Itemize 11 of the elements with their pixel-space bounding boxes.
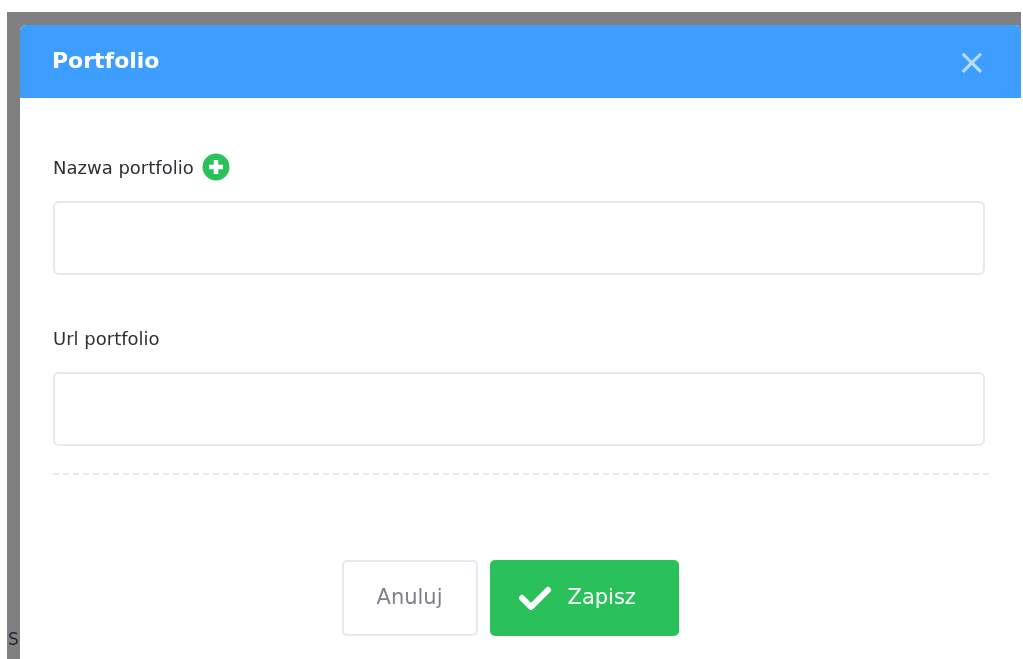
dialog-title: Portfolio: [52, 48, 160, 75]
input-field[interactable]: [53, 201, 985, 275]
field-label: Nazwa portfolio: [53, 155, 194, 180]
cancel-button[interactable]: Anuluj: [341, 560, 478, 636]
field-label: Url portfolio: [53, 327, 160, 351]
close-button[interactable]: ×: [952, 43, 991, 80]
input-field[interactable]: [53, 372, 985, 446]
background-text: S: [8, 628, 19, 651]
save-button[interactable]: Zapisz: [489, 560, 679, 636]
check-icon: [517, 585, 552, 611]
add-icon[interactable]: [201, 153, 230, 181]
